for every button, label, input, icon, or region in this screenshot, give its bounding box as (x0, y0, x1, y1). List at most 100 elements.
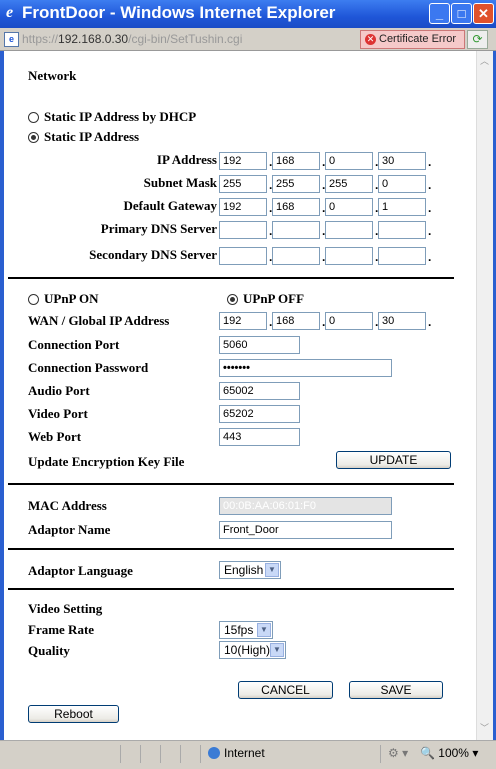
chevron-down-icon: ▼ (257, 623, 271, 637)
url-host: 192.168.0.30 (58, 32, 129, 46)
wan-octet-2[interactable]: 168 (272, 312, 320, 330)
status-separator (120, 745, 121, 763)
scroll-down-icon[interactable]: ﹀ (479, 721, 490, 735)
mask-octet-4[interactable]: 0 (378, 175, 426, 193)
adaptor-name-label: Adaptor Name (28, 522, 111, 537)
upnp-on-radio[interactable] (28, 294, 39, 305)
static-ip-radio[interactable] (28, 132, 39, 143)
adaptor-name-input[interactable]: Front_Door (219, 521, 392, 539)
page-content: Network Static IP Address by DHCP Static… (4, 51, 476, 740)
status-separator (200, 745, 201, 763)
frame-rate-label: Frame Rate (28, 622, 95, 637)
ip-dot: . (428, 155, 432, 169)
dns1-octet-1[interactable] (219, 221, 267, 239)
ip-octet-1[interactable]: 192 (219, 152, 267, 170)
reboot-button[interactable]: Reboot (28, 705, 119, 723)
connection-port-label: Connection Port (28, 337, 120, 352)
adaptor-language-value: English (224, 563, 264, 577)
connection-port-input[interactable]: 5060 (219, 336, 300, 354)
zoom-control[interactable]: 🔍 100% ▾ (420, 746, 478, 760)
gateway-octet-1[interactable]: 192 (219, 198, 267, 216)
frame-rate-value: 15fps (224, 623, 254, 637)
upnp-off-radio[interactable] (227, 294, 238, 305)
upnp-off-label: UPnP OFF (243, 291, 305, 306)
web-port-label: Web Port (28, 429, 82, 444)
ip-octet-2[interactable]: 168 (272, 152, 320, 170)
ip-octet-4[interactable]: 30 (378, 152, 426, 170)
security-zone[interactable]: Internet (208, 746, 265, 760)
audio-port-input[interactable]: 65002 (219, 382, 300, 400)
video-port-label: Video Port (28, 406, 88, 421)
status-separator (380, 745, 381, 763)
update-button[interactable]: UPDATE (336, 451, 451, 469)
globe-icon (208, 747, 220, 759)
default-gateway-label: Default Gateway (123, 198, 217, 213)
dns1-octet-3[interactable] (325, 221, 373, 239)
status-separator (160, 745, 161, 763)
title-bar: e FrontDoor - Windows Internet Explorer … (0, 0, 496, 28)
chevron-down-icon: ▼ (270, 643, 284, 657)
close-button[interactable]: ✕ (473, 3, 494, 24)
dns2-octet-1[interactable] (219, 247, 267, 265)
ip-dot: . (428, 224, 432, 238)
gateway-octet-3[interactable]: 0 (325, 198, 373, 216)
wan-octet-4[interactable]: 30 (378, 312, 426, 330)
mask-octet-1[interactable]: 255 (219, 175, 267, 193)
dns1-octet-2[interactable] (272, 221, 320, 239)
cancel-button[interactable]: CANCEL (238, 681, 333, 699)
video-setting-heading: Video Setting (28, 601, 103, 616)
dns2-octet-2[interactable] (272, 247, 320, 265)
url-path: /cgi-bin/SetTushin.cgi (128, 32, 243, 46)
dns1-octet-4[interactable] (378, 221, 426, 239)
dns2-octet-4[interactable] (378, 247, 426, 265)
wan-ip-label: WAN / Global IP Address (28, 313, 170, 328)
scroll-up-icon[interactable]: ︿ (479, 54, 490, 68)
protected-mode-icon[interactable]: ⚙ ▾ (388, 746, 408, 760)
dhcp-radio[interactable] (28, 112, 39, 123)
primary-dns-label: Primary DNS Server (100, 221, 217, 236)
certificate-error-label: Certificate Error (379, 33, 457, 45)
mac-address-input: 00:0B:AA:06:01:F0 (219, 497, 392, 515)
status-separator (180, 745, 181, 763)
wan-octet-1[interactable]: 192 (219, 312, 267, 330)
static-ip-label: Static IP Address (44, 129, 140, 144)
save-button[interactable]: SAVE (349, 681, 443, 699)
ip-dot: . (428, 201, 432, 215)
maximize-button[interactable]: □ (451, 3, 472, 24)
frame-rate-select[interactable]: 15fps ▼ (219, 621, 273, 639)
address-bar[interactable]: e https://192.168.0.30/cgi-bin/SetTushin… (0, 28, 496, 51)
connection-password-input[interactable]: ••••••• (219, 359, 392, 377)
web-port-input[interactable]: 443 (219, 428, 300, 446)
vertical-scrollbar[interactable]: ︿ ﹀ (476, 51, 493, 740)
mask-octet-2[interactable]: 255 (272, 175, 320, 193)
ie-logo-icon: e (6, 4, 14, 21)
quality-label: Quality (28, 643, 70, 658)
divider (8, 588, 454, 590)
encryption-key-label: Update Encryption Key File (28, 454, 185, 469)
quality-value: 10(High) (224, 643, 271, 657)
video-port-input[interactable]: 65202 (219, 405, 300, 423)
quality-select[interactable]: 10(High) ▼ (219, 641, 286, 659)
ip-dot: . (428, 315, 432, 329)
url-text[interactable]: https://192.168.0.30/cgi-bin/SetTushin.c… (22, 32, 242, 46)
divider (8, 548, 454, 550)
mask-octet-3[interactable]: 255 (325, 175, 373, 193)
zoom-level: 100% (438, 746, 469, 760)
ip-address-label: IP Address (156, 152, 217, 167)
adaptor-language-select[interactable]: English ▼ (219, 561, 281, 579)
ip-dot: . (428, 250, 432, 264)
gateway-octet-4[interactable]: 1 (378, 198, 426, 216)
status-separator (140, 745, 141, 763)
ip-octet-3[interactable]: 0 (325, 152, 373, 170)
url-scheme: https:// (22, 32, 59, 46)
certificate-error-button[interactable]: ✕ Certificate Error (360, 30, 465, 49)
refresh-icon[interactable]: ⟳ (467, 30, 488, 49)
divider (8, 277, 454, 279)
dns2-octet-3[interactable] (325, 247, 373, 265)
divider (8, 483, 454, 485)
dhcp-label: Static IP Address by DHCP (44, 109, 197, 124)
wan-octet-3[interactable]: 0 (325, 312, 373, 330)
chevron-down-icon: ▼ (265, 563, 279, 577)
gateway-octet-2[interactable]: 168 (272, 198, 320, 216)
minimize-button[interactable]: _ (429, 3, 450, 24)
